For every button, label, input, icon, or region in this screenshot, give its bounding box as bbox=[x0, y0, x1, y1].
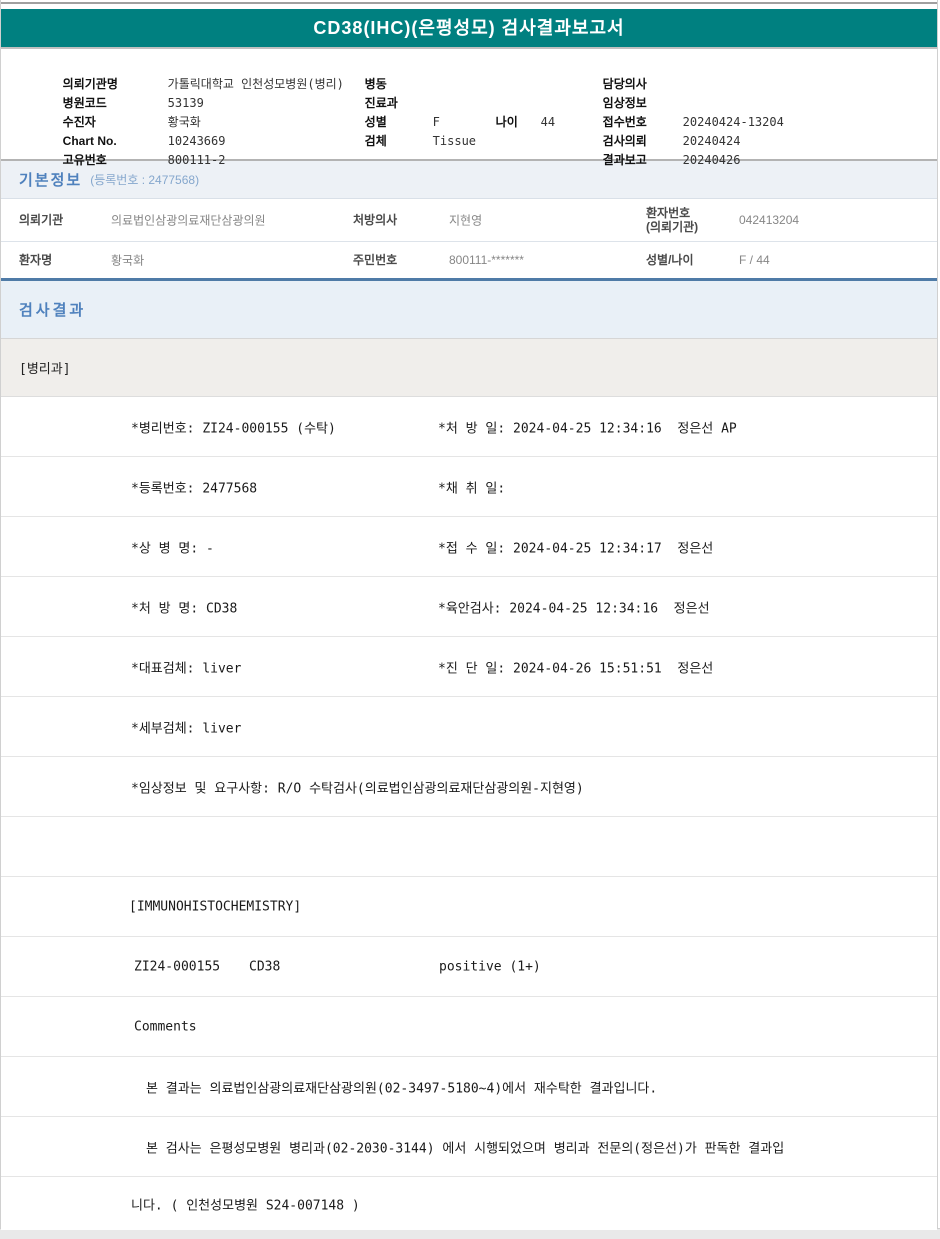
detail-row-diagnosis-name: *상 병 명: - *접 수 일: 2024-04-25 12:34:17 정은… bbox=[1, 517, 937, 577]
detail-row-main-specimen: *대표검체: liver *진 단 일: 2024-04-26 15:51:51… bbox=[1, 637, 937, 697]
comment-line: 본 결과는 의료법인삼광의료재단삼광의원(02-3497-5180~4)에서 재… bbox=[146, 1081, 658, 1096]
field-value: 800111-2 bbox=[167, 153, 226, 167]
field-attending-doctor: 담당의사 bbox=[576, 56, 784, 91]
field-label: 병동 bbox=[364, 77, 387, 91]
detail-row-order-name: *처 방 명: CD38 *육안검사: 2024-04-25 12:34:16 … bbox=[1, 577, 937, 637]
comments-label: Comments bbox=[134, 1019, 197, 1034]
ihc-section-title: [IMMUNOHISTOCHEMISTRY] bbox=[129, 899, 302, 914]
field-value: 가톨릭대학교 인천성모병원(병리) bbox=[167, 77, 344, 91]
comment-line-row: 본 결과는 의료법인삼광의료재단삼광의원(02-3497-5180~4)에서 재… bbox=[1, 1057, 937, 1117]
detail-right: *처 방 일: 2024-04-25 12:34:16 정은선 AP bbox=[438, 421, 737, 436]
comment-line-row: 니다. ( 인천성모병원 S24-007148 ) bbox=[1, 1177, 937, 1230]
detail-left: *임상정보 및 요구사항: R/O 수탁검사(의료법인삼광의료재단삼광의원-지현… bbox=[131, 781, 584, 796]
detail-left: *병리번호: ZI24-000155 (수탁) bbox=[131, 421, 336, 436]
registration-number-note: (등록번호 : 2477568) bbox=[90, 173, 200, 187]
field-label: 결과보고 bbox=[602, 153, 647, 167]
field-label: 고유번호 bbox=[62, 153, 107, 167]
spacer-row bbox=[1, 817, 937, 877]
detail-left: *등록번호: 2477568 bbox=[131, 481, 258, 496]
field-value: 황국화 bbox=[167, 115, 201, 129]
field-value: 20240426 bbox=[682, 153, 741, 167]
patient-header-right-column: 담당의사 임상정보 접수번호 20240424-13204 검사의뢰 2024042… bbox=[576, 56, 784, 167]
patient-name-value: 황국화 bbox=[111, 253, 145, 268]
resident-id-label: 주민번호 bbox=[353, 253, 398, 267]
patient-no-label-line2: (의뢰기관) bbox=[646, 220, 699, 234]
detail-row-clinical-request: *임상정보 및 요구사항: R/O 수탁검사(의료법인삼광의료재단삼광의원-지현… bbox=[1, 757, 937, 817]
results-title: 검사결과 bbox=[19, 302, 87, 319]
field-label: Chart No. bbox=[62, 134, 117, 148]
field-label: 나이 bbox=[495, 115, 518, 129]
department-name: [병리과] bbox=[19, 362, 71, 377]
ihc-section-row: [IMMUNOHISTOCHEMISTRY] bbox=[1, 877, 937, 937]
sex-age-value: F / 44 bbox=[739, 253, 770, 267]
field-label: 담당의사 bbox=[602, 77, 647, 91]
field-label: 검체 bbox=[364, 134, 387, 148]
report-title: CD38(IHC)(은평성모) 검사결과보고서 bbox=[313, 18, 625, 38]
patient-no-label-line1: 환자번호 bbox=[646, 206, 691, 220]
prescribing-doctor-label: 처방의사 bbox=[353, 213, 398, 227]
ihc-pathology-no: ZI24-000155 bbox=[134, 959, 221, 974]
patient-name-label: 환자명 bbox=[19, 253, 53, 267]
field-label: 검사의뢰 bbox=[602, 134, 647, 148]
field-value: 10243669 bbox=[167, 134, 226, 148]
patient-header-middle-column: 병동 진료과 성별 F 나이 44 검체 Tissue bbox=[338, 56, 556, 148]
report-page: CD38(IHC)(은평성모) 검사결과보고서 의뢰기관명 가톨릭대학교 인천성모… bbox=[0, 0, 938, 1230]
field-label: 병원코드 bbox=[62, 96, 107, 110]
detail-right: *접 수 일: 2024-04-25 12:34:17 정은선 bbox=[438, 541, 714, 556]
field-value: 44 bbox=[540, 115, 556, 129]
detail-row-sub-specimen: *세부검체: liver bbox=[1, 697, 937, 757]
field-requesting-org: 의뢰기관명 가톨릭대학교 인천성모병원(병리) bbox=[36, 56, 344, 91]
results-section-header: 검사결과 bbox=[1, 281, 937, 339]
field-value: 20240424-13204 bbox=[682, 115, 784, 129]
prescribing-doctor-value: 지현영 bbox=[449, 213, 483, 228]
detail-row-pathology-no: *병리번호: ZI24-000155 (수탁) *처 방 일: 2024-04-… bbox=[1, 397, 937, 457]
detail-left: *상 병 명: - bbox=[131, 541, 214, 556]
patient-header-block: 의뢰기관명 가톨릭대학교 인천성모병원(병리) 병원코드 53139 수진자 황국화 … bbox=[1, 49, 937, 167]
department-row: [병리과] bbox=[1, 339, 937, 397]
basic-info-row-1: 의뢰기관 의료법인삼광의료재단삼광의원 처방의사 지현영 환자번호 (의뢰기관) … bbox=[1, 199, 937, 242]
detail-left: *대표검체: liver bbox=[131, 661, 242, 676]
field-label: 진료과 bbox=[364, 96, 398, 110]
field-value: 20240424 bbox=[682, 134, 741, 148]
patient-no-value: 042413204 bbox=[739, 213, 800, 227]
field-label: 의뢰기관명 bbox=[62, 77, 118, 91]
detail-left: *세부검체: liver bbox=[131, 721, 242, 736]
requesting-org-label: 의뢰기관 bbox=[19, 213, 64, 227]
detail-right: *진 단 일: 2024-04-26 15:51:51 정은선 bbox=[438, 661, 714, 676]
requesting-org-value: 의료법인삼광의료재단삼광의원 bbox=[111, 213, 266, 228]
report-title-bar: CD38(IHC)(은평성모) 검사결과보고서 bbox=[1, 9, 937, 49]
basic-info-row-2: 환자명 황국화 주민번호 800111-******* 성별/나이 F / 44 bbox=[1, 242, 937, 278]
detail-right: *채 취 일: bbox=[438, 481, 506, 496]
field-label: 성별 bbox=[364, 115, 387, 129]
field-value: 53139 bbox=[167, 96, 204, 110]
sex-age-label: 성별/나이 bbox=[646, 253, 694, 267]
field-value: Tissue bbox=[432, 134, 477, 148]
field-label: 수진자 bbox=[62, 115, 96, 129]
comment-line: 본 검사는 은평성모병원 병리과(02-2030-3144) 에서 시행되었으며… bbox=[146, 1141, 785, 1156]
resident-id-value: 800111-******* bbox=[449, 253, 524, 267]
comments-label-row: Comments bbox=[1, 997, 937, 1057]
patient-header-left-column: 의뢰기관명 가톨릭대학교 인천성모병원(병리) 병원코드 53139 수진자 황국화 … bbox=[36, 56, 344, 167]
detail-left: *처 방 명: CD38 bbox=[131, 601, 238, 616]
comment-line-row: 본 검사는 은평성모병원 병리과(02-2030-3144) 에서 시행되었으며… bbox=[1, 1117, 937, 1177]
field-label: 접수번호 bbox=[602, 115, 647, 129]
field-value: F bbox=[432, 115, 440, 129]
patient-no-label: 환자번호 (의뢰기관) bbox=[646, 206, 698, 234]
ihc-test-name: CD38 bbox=[249, 959, 281, 974]
ihc-result-value: positive (1+) bbox=[439, 959, 541, 974]
field-label: 임상정보 bbox=[602, 96, 647, 110]
detail-right: *육안검사: 2024-04-25 12:34:16 정은선 bbox=[438, 601, 710, 616]
ihc-result-row: ZI24-000155 CD38 positive (1+) bbox=[1, 937, 937, 997]
comment-line: 니다. ( 인천성모병원 S24-007148 ) bbox=[131, 1198, 360, 1213]
detail-row-registration-no: *등록번호: 2477568 *채 취 일: bbox=[1, 457, 937, 517]
field-ward: 병동 bbox=[338, 56, 555, 91]
